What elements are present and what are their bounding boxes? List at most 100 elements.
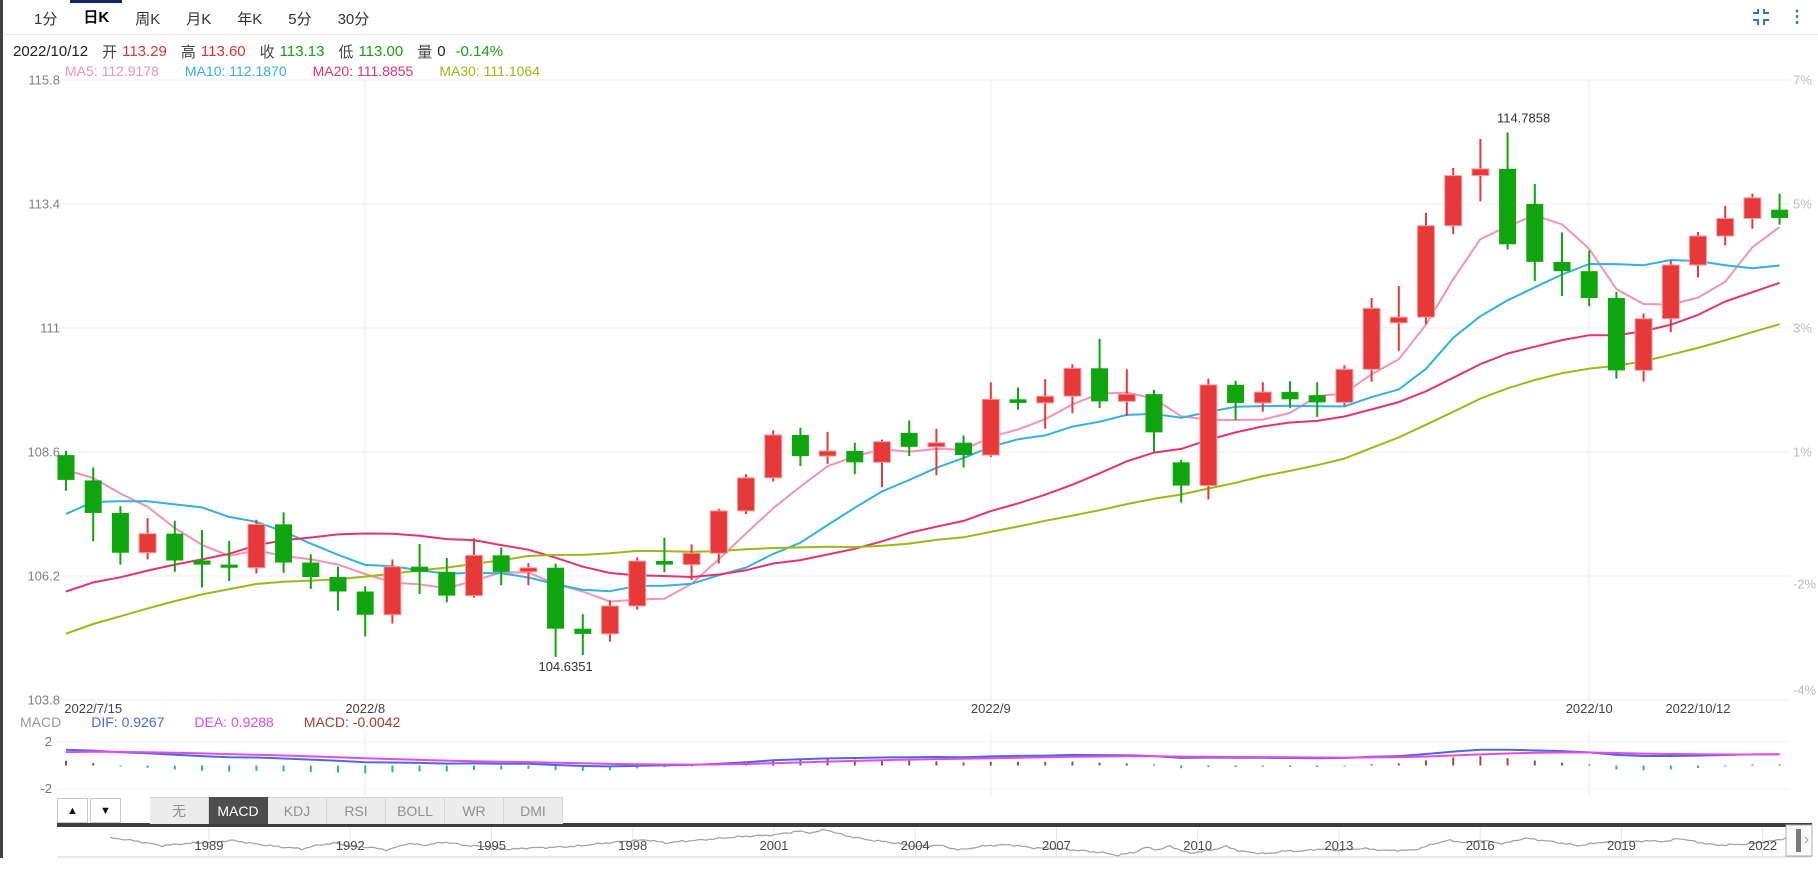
candle-body bbox=[1308, 395, 1326, 403]
candle-body bbox=[1771, 209, 1789, 218]
navigator-year-label: 2019 bbox=[1607, 838, 1636, 853]
candle-body bbox=[1661, 264, 1680, 320]
macd-hist-bar bbox=[527, 765, 530, 769]
candle-body bbox=[1172, 462, 1190, 486]
macd-hist-bar bbox=[1452, 757, 1455, 766]
candle-body bbox=[628, 560, 647, 607]
candle-body bbox=[1634, 318, 1653, 371]
y-axis-right-label: 1% bbox=[1793, 445, 1812, 460]
macd-header: MACD DIF: 0.9267 DEA: 0.9288 MACD: -0.0042 bbox=[20, 714, 400, 731]
navigator-year-label: 2001 bbox=[759, 838, 788, 853]
y-axis-right-label: 7% bbox=[1793, 73, 1812, 88]
indicator-tab-无[interactable]: 无 bbox=[150, 797, 209, 824]
navigator-year-label: 2016 bbox=[1466, 838, 1495, 853]
y-axis-right-label: 3% bbox=[1793, 321, 1812, 336]
candle-body bbox=[737, 477, 755, 512]
macd-hist-bar bbox=[1533, 760, 1536, 766]
macd-hist-bar bbox=[1506, 758, 1509, 766]
macd-hist-bar bbox=[201, 765, 203, 771]
macd-hist-bar bbox=[1370, 764, 1373, 766]
macd-hist-bar bbox=[1561, 762, 1563, 766]
candle-body bbox=[1253, 391, 1272, 404]
candle-body bbox=[927, 442, 946, 448]
indicator-down-button[interactable]: ▼ bbox=[90, 798, 121, 823]
candle-body bbox=[1335, 368, 1354, 403]
navigator-year-label: 1992 bbox=[336, 838, 365, 853]
macd-hist-bar bbox=[1125, 763, 1128, 766]
candle-body bbox=[682, 552, 701, 566]
macd-hist-bar bbox=[1234, 765, 1237, 768]
macd-hist-bar bbox=[989, 761, 992, 766]
macd-hist-bar bbox=[1098, 762, 1101, 766]
indicator-up-button[interactable]: ▲ bbox=[57, 798, 88, 823]
macd-header-dea: DEA: 0.9288 bbox=[194, 714, 274, 730]
candle-body bbox=[1553, 261, 1571, 272]
candle-body bbox=[465, 554, 483, 597]
candle-body bbox=[1281, 392, 1299, 400]
candle-body bbox=[1689, 235, 1707, 266]
macd-hist-bar bbox=[1180, 765, 1183, 769]
chart-canvas[interactable]: 115.8 113.4 111 108.6 106.2 103.8 7% 5% 3% 1% -2% -… bbox=[0, 0, 1818, 882]
y-axis-left-label: 113.4 bbox=[28, 197, 60, 212]
navigator-layer[interactable]: 1989 1992 1995 1998 2001 2004 2007 2010 2013 2016… bbox=[57, 823, 1812, 858]
candle-body bbox=[1362, 307, 1381, 370]
candle-body bbox=[1417, 225, 1435, 318]
macd-hist-bar bbox=[1207, 765, 1210, 768]
y-axis-left-label: 103.8 bbox=[27, 693, 60, 708]
macd-hist-bar bbox=[473, 765, 475, 771]
macd-hist-bar bbox=[255, 765, 258, 771]
candle-body bbox=[1526, 204, 1544, 262]
candles-layer[interactable] bbox=[57, 132, 1789, 657]
macd-hist-bar bbox=[1425, 760, 1427, 766]
y-axis-right-label: 5% bbox=[1793, 197, 1812, 212]
macd-pane-layer: 2 -2 bbox=[40, 734, 1790, 796]
macd-hist-bar bbox=[92, 763, 95, 766]
candle-body bbox=[1607, 298, 1625, 371]
candle-body bbox=[547, 567, 565, 629]
x-axis-tick-label: 2022/10 bbox=[1566, 701, 1613, 716]
candle-body bbox=[709, 510, 728, 554]
macd-hist-bar bbox=[119, 765, 122, 767]
macd-hist-bar bbox=[500, 765, 503, 770]
macd-hist-bar bbox=[364, 765, 367, 774]
ma5-line bbox=[65, 214, 1781, 603]
macd-hist-bar bbox=[935, 761, 938, 766]
indicator-tab-WR[interactable]: WR bbox=[445, 797, 504, 824]
macd-hist-bar bbox=[908, 760, 911, 766]
macd-hist-bar bbox=[1479, 756, 1482, 766]
candle-body bbox=[1145, 394, 1163, 433]
macd-header-macd: MACD: -0.0042 bbox=[303, 714, 401, 730]
indicator-tab-RSI[interactable]: RSI bbox=[327, 797, 386, 824]
candle-body bbox=[84, 480, 102, 513]
macd-hist-bar bbox=[1724, 765, 1727, 767]
indicator-bar: ▲ ▼ 无 MACD KDJ RSI BOLL WR DMI bbox=[0, 797, 1818, 824]
navigator-slider-handle[interactable] bbox=[1785, 824, 1813, 857]
macd-hist-bar bbox=[1588, 764, 1591, 766]
macd-hist-bar bbox=[1697, 765, 1699, 768]
candle-body bbox=[111, 512, 129, 553]
ma30-line bbox=[65, 323, 1780, 635]
candle-body bbox=[1499, 168, 1517, 245]
indicator-tab-MACD[interactable]: MACD bbox=[209, 797, 268, 824]
candle-body bbox=[1199, 384, 1218, 487]
macd-hist-bar bbox=[1615, 765, 1618, 770]
navigator-year-label: 2004 bbox=[901, 838, 930, 853]
indicator-tab-KDJ[interactable]: KDJ bbox=[268, 797, 327, 824]
candle-body bbox=[329, 577, 347, 592]
macd-hist-bar bbox=[1071, 761, 1074, 766]
candle-body bbox=[818, 450, 837, 457]
candle-body bbox=[1444, 175, 1463, 227]
candle-body bbox=[1063, 367, 1082, 397]
navigator-year-label: 2010 bbox=[1183, 838, 1212, 853]
candle-body bbox=[302, 562, 320, 578]
macd-hist-bar bbox=[1017, 761, 1019, 766]
ma-lines-layer bbox=[65, 214, 1781, 635]
y-axis-left-label: 111 bbox=[40, 321, 60, 336]
candle-body bbox=[411, 566, 429, 572]
macd-hist-bar bbox=[1397, 763, 1400, 766]
macd-hist-bar bbox=[1343, 765, 1346, 767]
indicator-tab-BOLL[interactable]: BOLL bbox=[386, 797, 445, 824]
candle-body bbox=[1580, 271, 1598, 299]
indicator-tab-DMI[interactable]: DMI bbox=[504, 797, 563, 824]
candle-body bbox=[764, 434, 783, 479]
